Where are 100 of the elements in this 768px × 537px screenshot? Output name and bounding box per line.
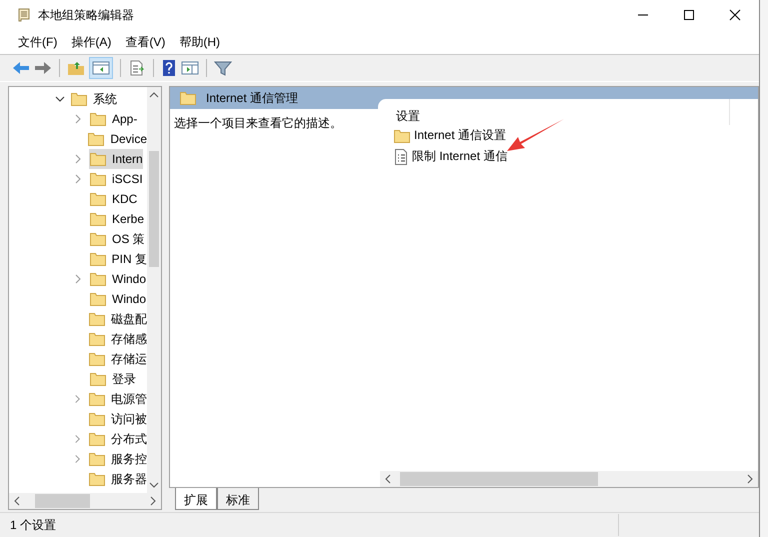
chevron-down-icon[interactable] bbox=[55, 94, 65, 104]
horizontal-scrollbar[interactable] bbox=[9, 493, 161, 509]
tree-item[interactable]: PIN 复 bbox=[88, 249, 147, 269]
tree-item-label: Kerbe bbox=[112, 212, 144, 226]
folder-icon bbox=[90, 232, 106, 246]
document-list-icon bbox=[394, 148, 408, 164]
panel-title: Internet 通信管理 bbox=[206, 90, 298, 106]
tree-item-label: Windo bbox=[112, 272, 146, 286]
folder-icon bbox=[89, 412, 105, 426]
folder-icon bbox=[90, 112, 106, 126]
export-list-icon[interactable] bbox=[128, 60, 146, 76]
scrollbar-thumb[interactable] bbox=[149, 151, 159, 267]
tree-item[interactable]: 磁盘配 bbox=[88, 309, 147, 329]
filter-icon[interactable] bbox=[214, 60, 232, 76]
folder-icon bbox=[90, 372, 106, 386]
list-item[interactable]: 限制 Internet 通信 bbox=[394, 146, 512, 167]
tree-item-label: Device bbox=[110, 132, 147, 146]
folder-icon bbox=[89, 312, 105, 326]
panel-toggle-icon[interactable] bbox=[92, 60, 110, 76]
forward-arrow-icon[interactable] bbox=[34, 60, 52, 76]
tree-item-label: 访问被 bbox=[111, 410, 147, 428]
tree-item-label: 登录 bbox=[112, 370, 136, 388]
folder-icon bbox=[90, 152, 106, 166]
menu-item[interactable]: 帮助(H) bbox=[179, 34, 220, 50]
tree-item[interactable]: 服务控 bbox=[88, 449, 147, 469]
scroll-left-icon[interactable] bbox=[384, 474, 392, 484]
scroll-left-icon[interactable] bbox=[13, 496, 21, 506]
tree-item[interactable]: 登录 bbox=[89, 369, 136, 389]
folder-icon bbox=[89, 352, 105, 366]
scroll-up-icon[interactable] bbox=[149, 91, 159, 99]
chevron-right-icon[interactable] bbox=[73, 394, 82, 404]
status-text: 1 个设置 bbox=[10, 516, 56, 534]
tree-item[interactable]: 系统 bbox=[93, 90, 117, 108]
tree-item[interactable]: 存储感 bbox=[88, 329, 147, 349]
list-item[interactable]: Internet 通信设置 bbox=[394, 125, 510, 146]
tree-item[interactable]: App- bbox=[89, 109, 138, 129]
folder-icon bbox=[88, 132, 104, 146]
tree-item-label: 电源管 bbox=[111, 390, 147, 408]
tree-item-label: iSCSI bbox=[112, 172, 143, 186]
tree-item[interactable]: Intern bbox=[89, 149, 143, 169]
tree-item[interactable]: 分布式 bbox=[88, 429, 147, 449]
tree-item-label: 分布式 bbox=[111, 430, 147, 448]
folder-up-icon[interactable] bbox=[67, 60, 85, 76]
tree-item-label: App- bbox=[112, 112, 138, 126]
horizontal-scrollbar[interactable] bbox=[380, 471, 758, 487]
folder-icon bbox=[90, 172, 106, 186]
chevron-right-icon[interactable] bbox=[73, 454, 82, 464]
folder-icon bbox=[90, 252, 106, 266]
help-icon[interactable] bbox=[161, 59, 177, 77]
tab[interactable]: 扩展 bbox=[175, 488, 217, 510]
folder-icon bbox=[89, 432, 105, 446]
tree-item[interactable]: Device bbox=[87, 129, 147, 149]
window-title: 本地组策略编辑器 bbox=[38, 6, 134, 24]
tree-item[interactable]: iSCSI bbox=[89, 169, 143, 189]
scrollbar-thumb[interactable] bbox=[35, 494, 90, 508]
scroll-down-icon[interactable] bbox=[149, 481, 159, 489]
tree-item-label: 服务器 bbox=[111, 470, 147, 488]
chevron-right-icon[interactable] bbox=[73, 174, 83, 184]
folder-icon bbox=[90, 292, 106, 306]
tree-item[interactable]: 电源管 bbox=[88, 389, 147, 409]
chevron-right-icon[interactable] bbox=[73, 434, 82, 444]
tree-item[interactable]: KDC bbox=[89, 189, 138, 209]
chevron-right-icon[interactable] bbox=[73, 114, 83, 124]
description-text: 选择一个项目来查看它的描述。 bbox=[174, 116, 342, 130]
column-heading[interactable]: 设置 bbox=[396, 108, 420, 125]
chevron-right-icon[interactable] bbox=[73, 154, 83, 164]
tree-item-label: 存储感 bbox=[111, 330, 147, 348]
chevron-right-icon[interactable] bbox=[73, 274, 83, 284]
close-icon[interactable] bbox=[729, 9, 741, 21]
tree-item[interactable]: Windo bbox=[89, 269, 146, 289]
tree-item-label: Windo bbox=[112, 292, 146, 306]
scroll-right-icon[interactable] bbox=[149, 496, 157, 506]
menu-item[interactable]: 文件(F) bbox=[18, 34, 58, 50]
tree-item-label: 服务控 bbox=[111, 450, 147, 468]
tree-item[interactable]: OS 策 bbox=[89, 229, 145, 249]
menu-item[interactable]: 操作(A) bbox=[71, 34, 112, 50]
folder-icon bbox=[89, 392, 105, 406]
maximize-icon[interactable] bbox=[683, 9, 695, 21]
folder-icon bbox=[89, 472, 105, 486]
scroll-right-icon[interactable] bbox=[746, 474, 754, 484]
menu-item[interactable]: 查看(V) bbox=[125, 34, 166, 50]
tree-item[interactable]: 服务器 bbox=[88, 469, 147, 489]
scroll-icon bbox=[16, 7, 32, 23]
vertical-scrollbar[interactable] bbox=[147, 87, 161, 493]
tree-item-label: KDC bbox=[112, 192, 138, 206]
tree-item-label: OS 策 bbox=[112, 230, 145, 248]
tab[interactable]: 标准 bbox=[217, 488, 259, 510]
folder-icon bbox=[71, 92, 87, 106]
tree-item[interactable]: Kerbe bbox=[89, 209, 144, 229]
tree-item[interactable]: 访问被 bbox=[88, 409, 147, 429]
tree-item-label: 磁盘配 bbox=[111, 310, 147, 328]
panel-icon[interactable] bbox=[181, 60, 199, 76]
folder-icon bbox=[89, 332, 105, 346]
tree-item[interactable]: Windo bbox=[89, 289, 146, 309]
folder-icon bbox=[90, 272, 106, 286]
folder-icon bbox=[90, 192, 106, 206]
scrollbar-thumb[interactable] bbox=[400, 472, 598, 486]
back-arrow-icon[interactable] bbox=[12, 60, 30, 76]
tree-item-label: 存储运 bbox=[111, 350, 147, 368]
tree-item[interactable]: 存储运 bbox=[88, 349, 147, 369]
